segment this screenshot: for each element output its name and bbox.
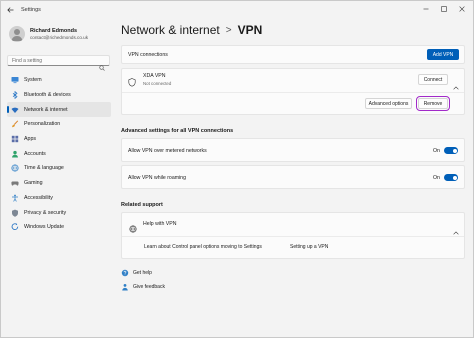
maximize-button[interactable] [435,2,453,16]
sidebar-item-network-internet[interactable]: Network & internet [7,102,111,118]
metered-toggle[interactable] [444,147,458,154]
sidebar-item-label: Privacy & security [24,209,67,216]
sidebar-item-label: Accounts [24,150,46,157]
search-input[interactable] [8,57,96,64]
sidebar-item-accounts[interactable]: Accounts [7,146,111,161]
user-profile[interactable]: Richard Edmonds contact@richedmonds.co.u… [9,26,88,42]
back-arrow-icon [6,6,13,13]
sidebar-nav: System Bluetooth & devices Network & int… [7,73,111,235]
breadcrumb-separator: > [225,24,232,36]
apps-icon [11,135,19,143]
minimize-button[interactable] [417,2,435,16]
vpn-entry-name: XDA VPN [143,73,166,79]
sidebar-item-label: Personalization [24,121,61,128]
sidebar-item-gaming[interactable]: Gaming [7,176,111,191]
close-button[interactable] [453,2,471,16]
avatar [9,26,25,42]
setting-up-vpn-link[interactable]: Setting up a VPN [290,244,328,250]
shield-icon [11,209,19,217]
profile-text: Richard Edmonds contact@richedmonds.co.u… [30,28,88,41]
sidebar-item-bluetooth[interactable]: Bluetooth & devices [7,88,111,103]
roaming-toggle[interactable] [444,174,458,181]
get-help-link[interactable]: Get help [121,269,152,277]
person-silhouette-icon [11,29,23,41]
metered-card: Allow VPN over metered networks On [121,138,465,162]
chevron-up-icon[interactable] [453,222,459,240]
sidebar: Richard Edmonds contact@richedmonds.co.u… [1,18,115,337]
close-icon [459,6,465,12]
remove-button[interactable]: Remove [416,96,450,111]
vpn-entry-card: XDA VPN Not connected Connect Advanced o… [121,68,465,115]
help-divider [122,236,464,237]
gamepad-icon [11,179,19,187]
sidebar-item-apps[interactable]: Apps [7,132,111,147]
breadcrumb: Network & internet > VPN [121,23,262,37]
help-card: Help with VPN Learn about Control panel … [121,212,465,259]
sidebar-item-system[interactable]: System [7,73,111,88]
related-support-heading: Related support [121,202,163,208]
back-button[interactable] [3,3,17,17]
bluetooth-icon [11,91,19,100]
sidebar-item-label: Accessibility [24,194,53,201]
wifi-icon [11,106,19,114]
sidebar-item-label: Bluetooth & devices [24,92,71,99]
profile-name: Richard Edmonds [30,27,78,34]
sidebar-item-label: Time & language [24,165,64,172]
vpn-entry-status: Not connected [143,81,172,86]
maximize-icon [441,6,447,12]
feedback-icon [121,283,129,291]
vpn-connections-label: VPN connections [128,52,168,58]
sidebar-item-label: Apps [24,136,37,143]
roaming-card: Allow VPN while roaming On [121,165,465,189]
brush-icon [11,120,19,128]
give-feedback-label: Give feedback [133,284,165,290]
sidebar-item-label: Gaming [24,180,43,187]
accessibility-icon [11,194,19,202]
search-box [7,55,110,71]
sidebar-item-accessibility[interactable]: Accessibility [7,191,111,206]
sidebar-item-time-language[interactable]: Time & language [7,161,111,176]
sidebar-item-personalization[interactable]: Personalization [7,117,111,132]
add-vpn-button[interactable]: Add VPN [427,49,459,60]
get-help-label: Get help [133,270,152,276]
sidebar-item-label: Network & internet [24,106,68,113]
sidebar-item-label: Windows Update [24,224,65,231]
roaming-label: Allow VPN while roaming [128,175,186,181]
advanced-settings-heading: Advanced settings for all VPN connection… [121,128,234,134]
sidebar-item-windows-update[interactable]: Windows Update [7,220,111,235]
advanced-options-button[interactable]: Advanced options [365,98,412,109]
monitor-icon [11,76,19,84]
app-title: Settings [21,6,41,13]
profile-email: contact@richedmonds.co.uk [30,34,89,40]
roaming-state: On [433,175,440,181]
person-icon [11,150,19,158]
vpn-connections-card: VPN connections Add VPN [121,45,465,64]
control-panel-link[interactable]: Learn about Control panel options moving… [144,244,262,250]
update-icon [11,223,19,231]
help-title[interactable]: Help with VPN [143,221,176,227]
title-bar: Settings [1,1,473,18]
vpn-entry-divider [122,92,464,93]
globe-clock-icon [11,164,19,173]
metered-label: Allow VPN over metered networks [128,148,207,154]
sidebar-item-privacy-security[interactable]: Privacy & security [7,205,111,220]
help-icon [121,269,129,277]
page-title: VPN [237,23,263,37]
settings-window: Settings Richard Edmonds contact@richedm… [0,0,474,338]
window-controls [417,2,471,16]
connect-button[interactable]: Connect [418,74,448,85]
breadcrumb-parent[interactable]: Network & internet [121,23,220,37]
give-feedback-link[interactable]: Give feedback [121,283,165,291]
metered-state: On [433,148,440,154]
vpn-shield-icon [128,74,136,92]
sidebar-item-label: System [24,77,42,84]
minimize-icon [423,8,429,10]
